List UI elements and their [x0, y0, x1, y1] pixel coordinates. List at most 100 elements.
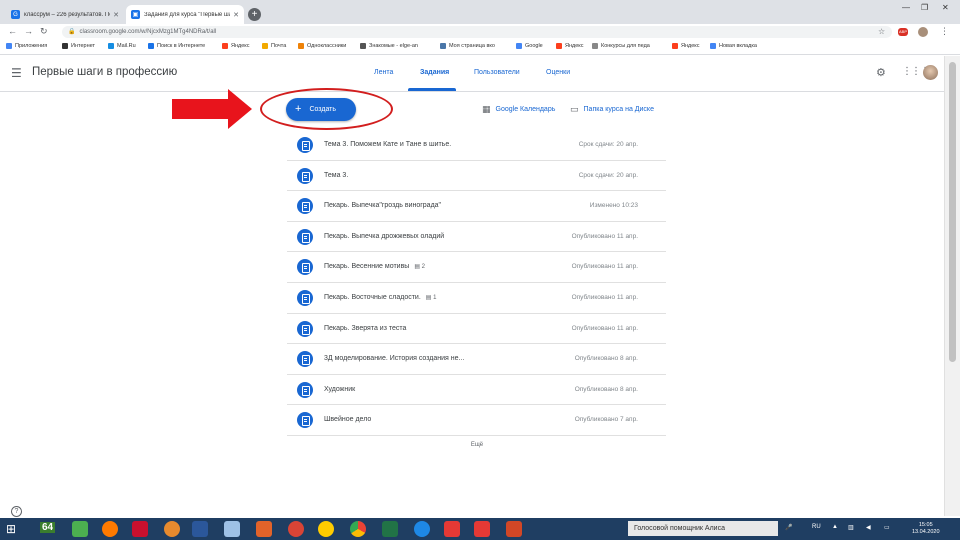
- close-icon[interactable]: ✕: [113, 11, 119, 19]
- tab-people[interactable]: Пользователи: [474, 69, 520, 76]
- forward-arrow-icon[interactable]: →: [24, 26, 33, 36]
- speaker-app-icon[interactable]: [224, 521, 240, 537]
- assignment-icon: [297, 228, 313, 245]
- assignment-row[interactable]: Пекарь. Выпечка"гроздь винограда" Изменен…: [287, 191, 666, 222]
- app-icon[interactable]: [414, 521, 430, 537]
- assignment-row[interactable]: Пекарь. Выпечка дрожжевых оладий Опублико…: [287, 222, 666, 253]
- assignment-title: Художник: [324, 386, 355, 393]
- powerpoint-icon[interactable]: [506, 521, 522, 537]
- bookmark-item[interactable]: Поиск в Интернете: [148, 43, 205, 49]
- taskbar-app-icon[interactable]: [72, 521, 88, 537]
- media-app-icon[interactable]: [164, 521, 180, 537]
- close-icon[interactable]: ✕: [233, 11, 239, 19]
- assignment-row[interactable]: Художник Опубликовано 8 апр.: [287, 375, 666, 406]
- maximize-button[interactable]: ❐: [921, 3, 928, 12]
- taskbar-counter[interactable]: 64: [40, 522, 56, 533]
- user-avatar[interactable]: [923, 65, 938, 80]
- bookmark-item[interactable]: Приложения: [6, 43, 47, 49]
- system-clock[interactable]: 15:05 13.04.2020: [912, 522, 940, 536]
- bookmark-label: Google: [525, 43, 543, 49]
- excel-icon[interactable]: [382, 521, 398, 537]
- assignment-row[interactable]: Пекарь. Зверята из теста Опубликовано 11 …: [287, 314, 666, 345]
- bookmark-star-icon[interactable]: ☆: [878, 27, 885, 36]
- minimize-button[interactable]: —: [902, 3, 910, 12]
- drive-folder-link[interactable]: ▭ Папка курса на Диске: [570, 104, 654, 115]
- bookmark-label: Почта: [271, 43, 287, 49]
- page-scrollbar[interactable]: [944, 56, 960, 516]
- bookmark-favicon-icon: [262, 43, 268, 49]
- create-button[interactable]: + Создать: [286, 98, 356, 121]
- bookmark-item[interactable]: Новая вкладка: [710, 43, 757, 49]
- bookmark-item[interactable]: Знакомые - elge-an: [360, 43, 418, 49]
- more-menu-icon[interactable]: ⋮: [940, 26, 949, 37]
- annotation-arrow-icon: [172, 89, 252, 129]
- bookmark-item[interactable]: Google: [516, 43, 543, 49]
- assignment-row[interactable]: Пекарь. Весенние мотивы ▤ 2 Опубликовано 1…: [287, 252, 666, 283]
- yandex-browser-icon[interactable]: [318, 521, 334, 537]
- assignment-row[interactable]: Швейное дело Опубликовано 7 апр.: [287, 405, 666, 436]
- browser-tab-classroom[interactable]: ▣ Задания для курса "Первые ша ✕: [126, 5, 244, 24]
- assignment-icon: [297, 320, 313, 337]
- bookmark-item[interactable]: Mail.Ru: [108, 43, 136, 49]
- assignment-title-text: Швейное дело: [324, 416, 372, 424]
- profile-avatar-icon[interactable]: [918, 27, 928, 37]
- bookmark-item[interactable]: Интернет: [62, 43, 95, 49]
- windows-start-icon[interactable]: ⊞: [2, 520, 20, 538]
- browser-tab-search[interactable]: G классрум – 226 результатов. По ✕: [6, 5, 124, 24]
- back-arrow-icon[interactable]: ←: [8, 26, 17, 36]
- tray-arrow-icon[interactable]: ▲: [832, 524, 838, 530]
- help-icon[interactable]: ?: [11, 506, 22, 517]
- voice-assistant-box[interactable]: Голосовой помощник Алиса: [628, 521, 778, 536]
- google-calendar-link[interactable]: ▦ Google Календарь: [482, 104, 555, 115]
- chrome-icon[interactable]: [350, 521, 366, 537]
- bookmark-label: Яндекс: [231, 43, 250, 49]
- close-window-button[interactable]: ✕: [942, 3, 949, 12]
- firefox-icon[interactable]: [102, 521, 118, 537]
- yandex-icon[interactable]: [474, 521, 490, 537]
- assignment-row[interactable]: 3Д моделирование. История создания не...…: [287, 344, 666, 375]
- url-input[interactable]: 🔒 classroom.google.com/w/NjcxMzg1MTg4NDRa…: [62, 26, 892, 38]
- assignment-row[interactable]: Тема 3. Срок сдачи: 20 апр.: [287, 161, 666, 192]
- bookmark-item[interactable]: Почта: [262, 43, 286, 49]
- course-title[interactable]: Первые шаги в профессию: [32, 66, 177, 78]
- drive-label: Папка курса на Диске: [583, 106, 654, 113]
- volume-icon[interactable]: ◀: [866, 524, 871, 531]
- comment-count-value: 2: [421, 264, 426, 271]
- tab-stream[interactable]: Лента: [374, 69, 393, 76]
- microphone-icon[interactable]: 🎤: [785, 524, 792, 531]
- assignment-row[interactable]: Тема 3. Поможем Кате и Тане в шитье. Срок…: [287, 130, 666, 161]
- network-icon[interactable]: ▥: [848, 524, 854, 531]
- tab-classwork[interactable]: Задания: [420, 69, 449, 76]
- bookmark-item[interactable]: Яндекс: [556, 43, 584, 49]
- assignment-row[interactable]: Пекарь. Восточные сладости. ▤ 1 Опубликова…: [287, 283, 666, 314]
- language-indicator[interactable]: RU: [812, 524, 821, 530]
- app-icon[interactable]: [256, 521, 272, 537]
- reload-icon[interactable]: ↻: [40, 26, 48, 37]
- tab-grades[interactable]: Оценки: [546, 69, 570, 76]
- word-icon[interactable]: [192, 521, 208, 537]
- battery-icon[interactable]: ▭: [884, 524, 890, 531]
- bookmark-item[interactable]: Конкурсы для педа: [592, 43, 650, 49]
- assignment-icon: [297, 167, 313, 184]
- bookmark-item[interactable]: Моя страница вко: [440, 43, 495, 49]
- scrollbar-thumb[interactable]: [949, 62, 956, 362]
- pdf-reader-icon[interactable]: [132, 521, 148, 537]
- more-button[interactable]: Ещё: [466, 439, 488, 451]
- yandex-icon[interactable]: [444, 521, 460, 537]
- url-text: classroom.google.com/w/NjcxMzg1MTg4NDRa/…: [79, 29, 217, 35]
- opera-icon[interactable]: [288, 521, 304, 537]
- assignment-icon: [297, 137, 313, 153]
- new-tab-button[interactable]: +: [248, 8, 261, 21]
- bookmark-item[interactable]: Яндекс: [672, 43, 700, 49]
- bookmark-label: Новая вкладка: [719, 43, 757, 49]
- assignment-title: Тема 3. Поможем Кате и Тане в шитье.: [324, 141, 451, 148]
- bookmark-item[interactable]: Одноклассники: [298, 43, 346, 49]
- settings-gear-icon[interactable]: ⚙: [876, 66, 886, 79]
- bookmark-favicon-icon: [108, 43, 114, 49]
- hamburger-menu-icon[interactable]: ☰: [11, 67, 22, 79]
- extension-badge-icon[interactable]: ABP: [898, 28, 908, 36]
- folder-icon: ▭: [570, 104, 579, 114]
- bookmark-label: Интернет: [71, 43, 95, 49]
- bookmark-label: Поиск в Интернете: [157, 43, 206, 49]
- bookmark-item[interactable]: Яндекс: [222, 43, 250, 49]
